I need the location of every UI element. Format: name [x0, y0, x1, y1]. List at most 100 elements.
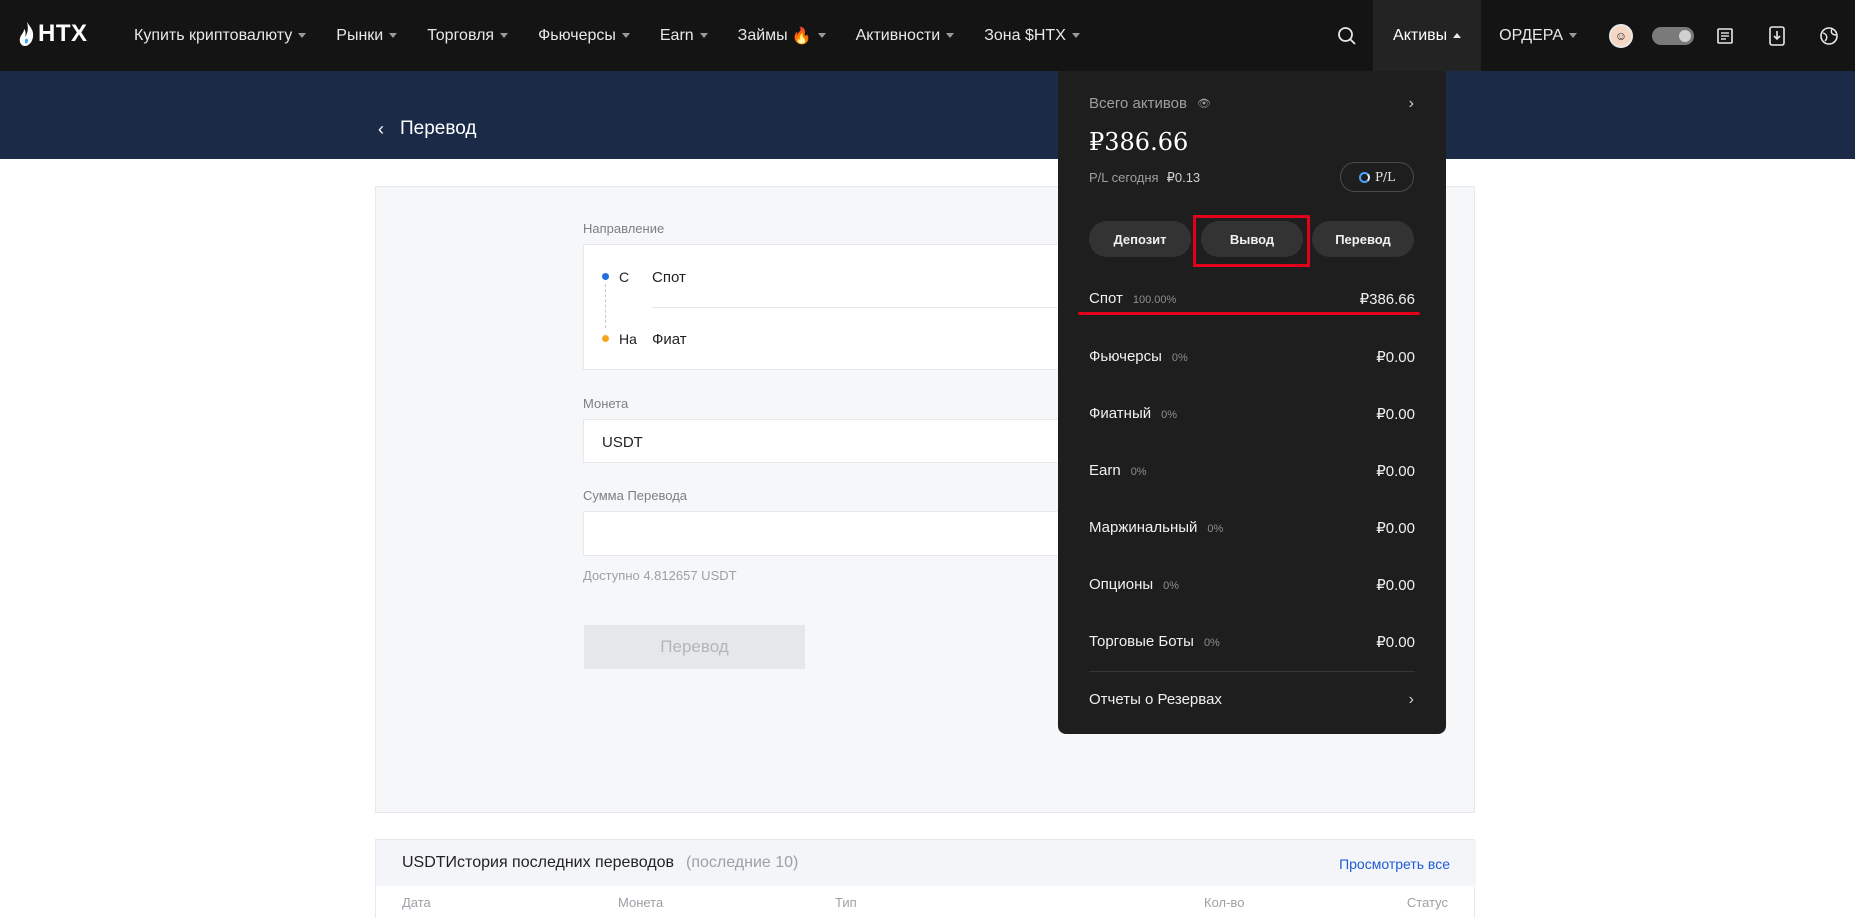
account-pct: 0%: [1130, 466, 1147, 478]
assets-dropdown: Всего активов 👁 › ₽386.66 P/L сегодня ₽0.…: [1058, 71, 1446, 734]
page-banner: [0, 71, 1855, 159]
pl-button[interactable]: P/L: [1340, 162, 1414, 192]
nav-label: Зона $HTX: [984, 26, 1066, 44]
account-row-earn[interactable]: Earn 0% ₽0.00: [1089, 459, 1415, 483]
nav-right-group: Активы ОРДЕРА ☺: [1321, 0, 1855, 71]
col-date: Дата: [402, 895, 431, 910]
nav-earn[interactable]: Earn: [660, 27, 708, 45]
history-header: USDTИстория последних переводов (последни…: [376, 840, 1476, 886]
pl-button-label: P/L: [1374, 170, 1396, 184]
caret-down-icon: [1071, 33, 1080, 38]
account-row-fiat[interactable]: Фиатный 0% ₽0.00: [1089, 402, 1415, 426]
caret-down-icon: [817, 33, 826, 38]
pl-today-value: ₽0.13: [1166, 170, 1201, 185]
caret-up-icon: [1453, 33, 1462, 38]
account-amount: ₽0.00: [1376, 406, 1415, 423]
toggle-icon: [1652, 26, 1694, 45]
nav-assets[interactable]: Активы: [1373, 0, 1482, 71]
account-name-group: Торговые Боты 0%: [1089, 633, 1220, 651]
caret-down-icon: [389, 33, 398, 38]
account-name-group: Опционы 0%: [1089, 576, 1179, 594]
account-amount: ₽0.00: [1376, 349, 1415, 366]
mode-toggle[interactable]: [1647, 0, 1699, 71]
amount-input[interactable]: [583, 511, 1103, 556]
account-amount: ₽0.00: [1376, 577, 1415, 594]
history-title: USDTИстория последних переводов (последни…: [402, 854, 798, 872]
from-dot-icon: [602, 273, 609, 280]
search-icon: [1338, 26, 1356, 45]
coin-value: USDT: [602, 434, 643, 451]
nav-buy-crypto[interactable]: Купить криптовалюту: [134, 27, 307, 45]
col-status: Статус: [1406, 895, 1448, 910]
nav-label: Торговля: [427, 26, 495, 44]
notes-button[interactable]: [1699, 0, 1751, 71]
nav-loans[interactable]: Займы 🔥: [738, 26, 826, 46]
nav-htx-zone[interactable]: Зона $HTX: [984, 27, 1080, 45]
from-label: С: [619, 269, 630, 285]
nav-assets-label: Активы: [1393, 26, 1448, 44]
account-name: Фьючерсы: [1089, 348, 1162, 365]
account-pct: 0%: [1161, 409, 1178, 421]
col-coin: Монета: [618, 895, 664, 910]
language-button[interactable]: [1803, 0, 1855, 71]
account-name: Торговые Боты: [1089, 633, 1194, 650]
transfer-submit-button[interactable]: Перевод: [584, 625, 805, 669]
account-row-futures[interactable]: Фьючерсы 0% ₽0.00: [1089, 345, 1415, 369]
direction-selector[interactable]: С Спот На Фиат: [583, 244, 1104, 370]
page-title: Перевод: [400, 118, 477, 139]
caret-down-icon: [699, 33, 708, 38]
transfer-button[interactable]: Перевод: [1312, 221, 1414, 257]
avatar-button[interactable]: ☺: [1595, 0, 1647, 71]
account-row-margin[interactable]: Маржинальный 0% ₽0.00: [1089, 516, 1415, 540]
globe-icon: [1820, 26, 1838, 45]
account-name-group: Спот 100.00%: [1089, 290, 1176, 308]
nav-label: Фьючерсы: [538, 26, 616, 44]
chevron-right-icon[interactable]: ›: [1409, 691, 1414, 709]
to-dot-icon: [602, 335, 609, 342]
document-icon: [1717, 27, 1733, 44]
caret-down-icon: [1569, 33, 1577, 38]
reserves-report-link[interactable]: Отчеты о Резервах: [1089, 691, 1222, 708]
eye-icon[interactable]: 👁: [1197, 97, 1211, 110]
nav-trade[interactable]: Торговля: [427, 26, 509, 45]
account-pct: 0%: [1163, 580, 1180, 592]
nav-orders[interactable]: ОРДЕРА: [1481, 27, 1595, 45]
caret-down-icon: [500, 33, 509, 38]
download-button[interactable]: [1751, 0, 1803, 71]
history-subtitle: (последние 10): [686, 854, 799, 871]
pl-today: P/L сегодня ₽0.13: [1089, 170, 1200, 186]
nav-label: Earn: [659, 26, 694, 44]
pl-chart-icon: [1358, 171, 1370, 183]
to-account[interactable]: Фиат: [652, 331, 687, 348]
nav-futures[interactable]: Фьючерсы: [538, 27, 630, 45]
account-pct: 100.00%: [1132, 294, 1177, 306]
account-name: Опционы: [1089, 576, 1154, 593]
col-amount: Кол-во: [1204, 895, 1245, 910]
main-menu: Купить криптовалюту Рынки Торговля Фьюче…: [134, 0, 1110, 71]
deposit-button[interactable]: Депозит: [1089, 221, 1191, 257]
from-account[interactable]: Спот: [652, 269, 686, 286]
account-amount: ₽0.00: [1376, 520, 1415, 537]
account-row-options[interactable]: Опционы 0% ₽0.00: [1089, 573, 1415, 597]
withdraw-highlight-box: [1193, 215, 1310, 267]
fire-icon: 🔥: [791, 27, 812, 45]
account-row-spot[interactable]: Спот 100.00% ₽386.66: [1089, 287, 1415, 311]
account-name: Маржинальный: [1089, 519, 1198, 536]
account-row-trading-bots[interactable]: Торговые Боты 0% ₽0.00: [1089, 630, 1415, 654]
account-name: Спот: [1089, 290, 1123, 307]
nav-label: Активности: [855, 26, 941, 44]
caret-down-icon: [298, 33, 307, 38]
total-assets-value: ₽386.66: [1089, 128, 1189, 156]
htx-logo[interactable]: HTX: [18, 20, 88, 48]
download-icon: [1769, 25, 1785, 46]
nav-activities[interactable]: Активности: [856, 27, 955, 45]
nav-label: Рынки: [336, 26, 384, 44]
nav-markets[interactable]: Рынки: [336, 26, 398, 45]
coin-select[interactable]: USDT: [583, 419, 1103, 463]
transfer-history: USDTИстория последних переводов (последни…: [375, 839, 1476, 918]
back-link[interactable]: ‹ Перевод: [378, 118, 476, 140]
search-button[interactable]: [1321, 0, 1373, 71]
total-assets-row[interactable]: Всего активов 👁: [1089, 95, 1211, 112]
view-all-link[interactable]: Просмотреть все: [1339, 856, 1450, 872]
chevron-right-icon[interactable]: ›: [1409, 95, 1414, 113]
